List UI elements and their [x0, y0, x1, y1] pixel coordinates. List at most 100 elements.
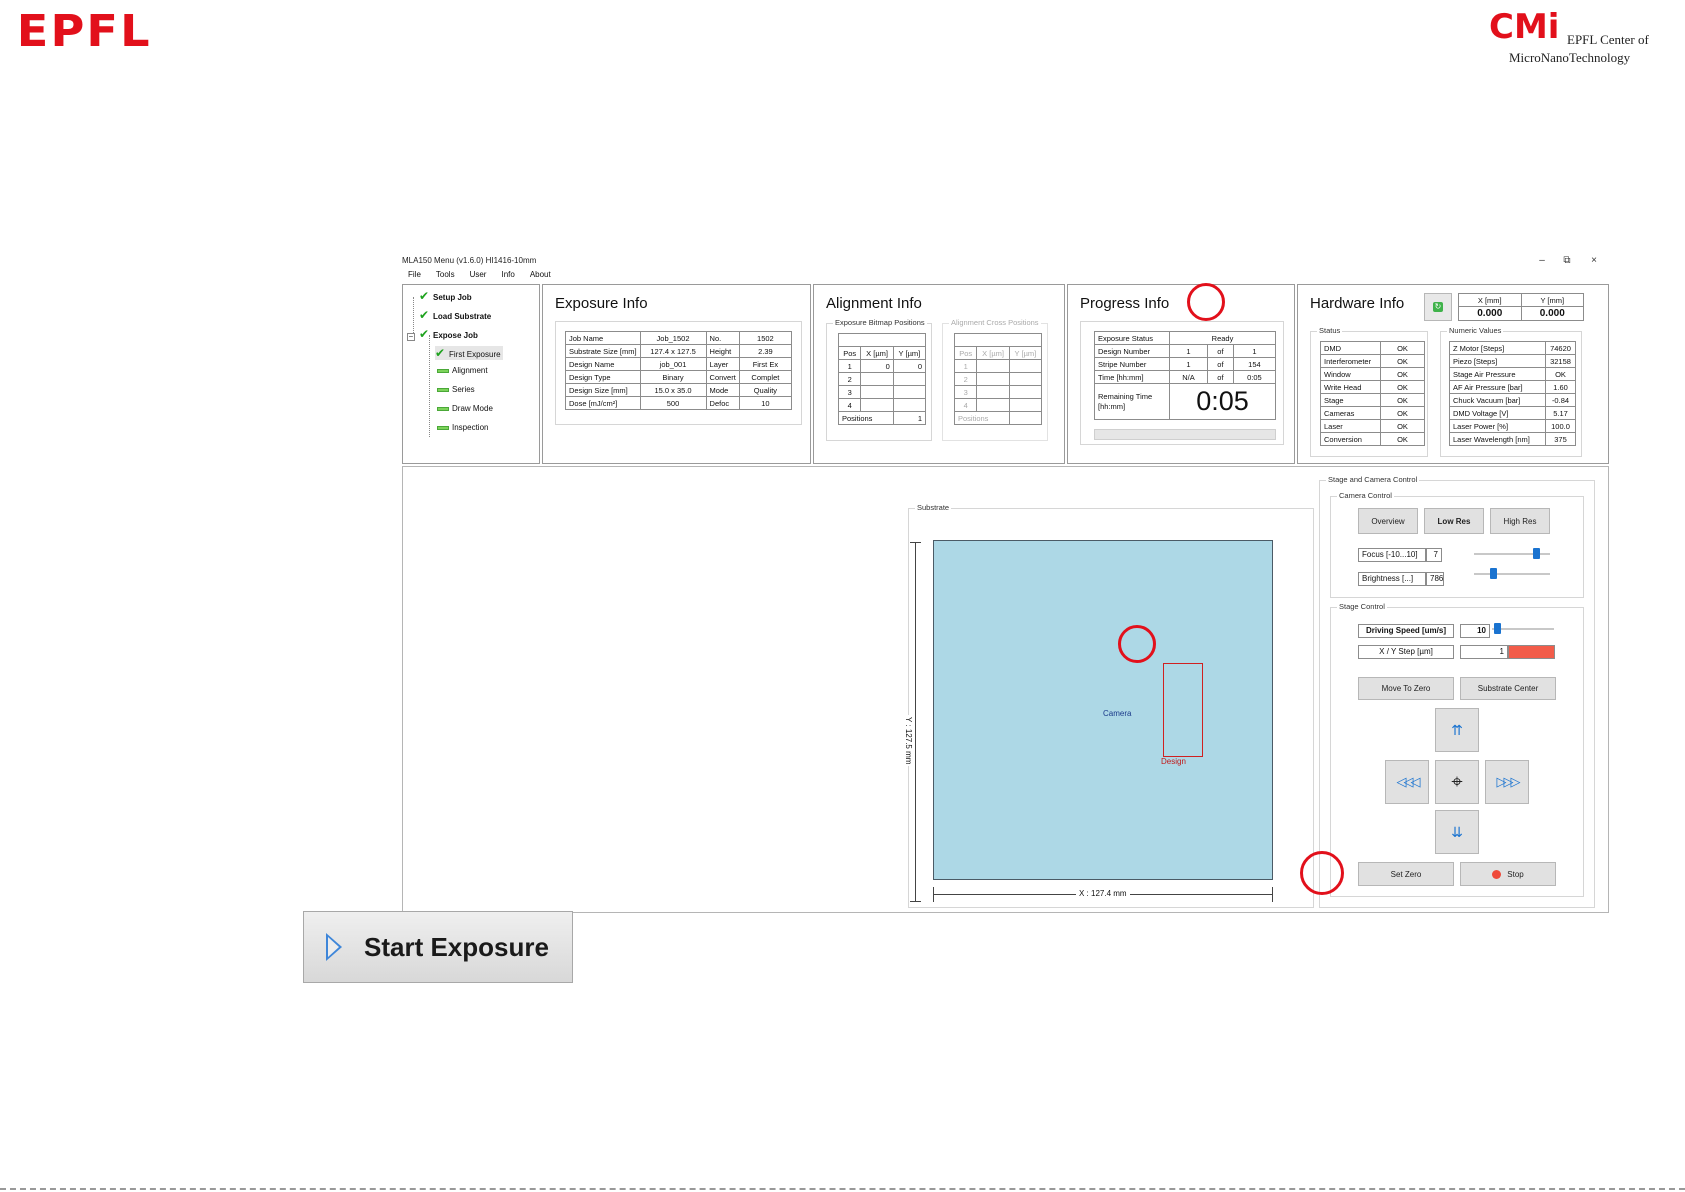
start-exposure-button[interactable]: Start Exposure: [303, 911, 573, 983]
numeric-key: Laser Power [%]: [1449, 419, 1546, 433]
tree-item-first-exposure[interactable]: ✔ First Exposure: [435, 346, 503, 360]
double-chevron-up-icon: ⇈: [1451, 721, 1463, 738]
menu-file[interactable]: File: [400, 269, 428, 281]
y-dimension-tick: [910, 901, 921, 902]
x-cell: [860, 372, 894, 386]
substrate-center-button[interactable]: Substrate Center: [1460, 677, 1556, 700]
set-zero-button[interactable]: Set Zero: [1358, 862, 1454, 886]
numeric-row: Piezo [Steps] 32158: [1449, 354, 1576, 368]
menu-tools[interactable]: Tools: [428, 269, 462, 281]
cross-positions-row: 3: [953, 385, 1043, 399]
move-up-button[interactable]: ⇈: [1435, 708, 1479, 752]
move-right-button[interactable]: ▷▷▷: [1485, 760, 1529, 804]
overview-button[interactable]: Overview: [1358, 508, 1418, 534]
bitmap-positions-row: 100: [837, 359, 927, 373]
play-icon: [326, 933, 342, 961]
exposure-info-row: Design Name job_001 Layer First Ex: [565, 357, 793, 371]
numeric-key: Z Motor [Steps]: [1449, 341, 1546, 355]
stop-label: Stop: [1507, 869, 1524, 879]
progress-of: of: [1207, 370, 1234, 384]
status-key: Conversion: [1320, 432, 1381, 446]
high-res-button[interactable]: High Res: [1490, 508, 1550, 534]
brightness-slider[interactable]: [1474, 573, 1550, 575]
xy-step-label: X / Y Step [µm]: [1358, 645, 1454, 659]
focus-input[interactable]: 7: [1426, 548, 1442, 562]
exposure-info-value: 127.4 x 127.5: [639, 344, 707, 358]
numeric-key: Chuck Vacuum [bar]: [1449, 393, 1546, 407]
numeric-value: 1.60: [1545, 380, 1576, 394]
close-icon[interactable]: ×: [1586, 254, 1602, 267]
collapse-icon[interactable]: –: [407, 333, 415, 341]
y-dimension-label: Y : 127.5 mm: [904, 715, 913, 767]
bitmap-positions-row: 3: [837, 385, 927, 399]
menu-user[interactable]: User: [462, 269, 494, 281]
driving-speed-slider[interactable]: [1492, 628, 1554, 630]
low-res-button[interactable]: Low Res: [1424, 508, 1484, 534]
stop-button[interactable]: Stop: [1460, 862, 1556, 886]
tree-item-inspection[interactable]: Inspection: [437, 423, 488, 432]
cmi-logo-line2: MicroNanoTechnology: [1509, 50, 1631, 65]
menu-about[interactable]: About: [522, 269, 558, 281]
x-cell: [860, 398, 894, 412]
driving-speed-input[interactable]: 10: [1460, 624, 1490, 638]
status-value: OK: [1380, 419, 1425, 433]
column-header: Pos: [837, 346, 862, 360]
progress-row: Design Number 1 of 1: [1094, 344, 1277, 358]
xy-step-input[interactable]: 1: [1460, 645, 1508, 659]
x-dimension-tick: [1272, 887, 1273, 902]
center-crosshair-button[interactable]: ⌖: [1435, 760, 1479, 804]
tree-item-alignment[interactable]: Alignment: [437, 366, 488, 375]
restore-icon[interactable]: ⧉: [1559, 254, 1575, 267]
exposure-info-value: 2.39: [738, 344, 793, 358]
numeric-value: 375: [1545, 432, 1576, 446]
exposure-info-key: Mode: [705, 383, 740, 397]
move-left-button[interactable]: ◁◁◁: [1385, 760, 1429, 804]
numeric-key: AF Air Pressure [bar]: [1449, 380, 1546, 394]
pos-cell: 3: [837, 385, 862, 399]
progress-key: Stripe Number: [1094, 357, 1170, 371]
progress-current: 1: [1169, 357, 1208, 371]
move-down-button[interactable]: ⇊: [1435, 810, 1479, 854]
menu-info[interactable]: Info: [493, 269, 521, 281]
driving-speed-slider-thumb[interactable]: [1494, 623, 1501, 634]
progress-row: Time [hh:mm] N/A of 0:05: [1094, 370, 1277, 384]
tree-item-setup-job[interactable]: ✔ Setup Job: [419, 289, 472, 303]
brightness-label: Brightness [...]: [1358, 572, 1426, 586]
y-cell: [1008, 385, 1043, 399]
design-outline[interactable]: [1163, 663, 1203, 757]
menu-bar: File Tools User Info About: [400, 269, 1612, 281]
minimize-icon[interactable]: –: [1534, 254, 1550, 267]
brightness-input[interactable]: 786: [1426, 572, 1444, 586]
pending-icon: [437, 425, 449, 430]
tree-item-series[interactable]: Series: [437, 385, 475, 394]
positions-value: [1008, 411, 1043, 425]
cross-positions-positions-row: Positions: [954, 411, 1043, 425]
move-to-zero-button[interactable]: Move To Zero: [1358, 677, 1454, 700]
status-row: Write Head OK: [1320, 380, 1425, 394]
check-icon: ✔: [419, 289, 430, 303]
focus-slider-thumb[interactable]: [1533, 548, 1540, 559]
cross-positions-row: 1: [953, 359, 1043, 373]
exposure-progress-bar: [1094, 429, 1276, 440]
status-row: Window OK: [1320, 367, 1425, 381]
substrate-area[interactable]: Design Camera: [933, 540, 1273, 880]
exposure-info-value: 1502: [738, 331, 793, 345]
refresh-button[interactable]: ↻: [1424, 293, 1452, 321]
tree-item-draw-mode[interactable]: Draw Mode: [437, 404, 493, 413]
status-row: Conversion OK: [1320, 432, 1425, 446]
progress-current: 1: [1169, 344, 1208, 358]
status-key: DMD: [1320, 341, 1381, 355]
pos-cell: 1: [953, 359, 978, 373]
status-key: Laser: [1320, 419, 1381, 433]
x-cell: [976, 372, 1010, 386]
hardware-info-title: Hardware Info: [1310, 295, 1405, 312]
cross-positions-table: Pos X [µm] Y [µm] 1 2 3 4 Positions: [953, 333, 1043, 425]
tree-item-expose-job[interactable]: – ✔ Expose Job: [407, 327, 478, 341]
camera-control-label: Camera Control: [1337, 491, 1394, 500]
bitmap-positions-label: Exposure Bitmap Positions: [833, 318, 927, 327]
driving-speed-label: Driving Speed [um/s]: [1358, 624, 1454, 638]
check-icon: ✔: [419, 327, 430, 341]
tree-item-load-substrate[interactable]: ✔ Load Substrate: [419, 308, 491, 322]
numeric-key: Laser Wavelength [nm]: [1449, 432, 1546, 446]
brightness-slider-thumb[interactable]: [1490, 568, 1497, 579]
